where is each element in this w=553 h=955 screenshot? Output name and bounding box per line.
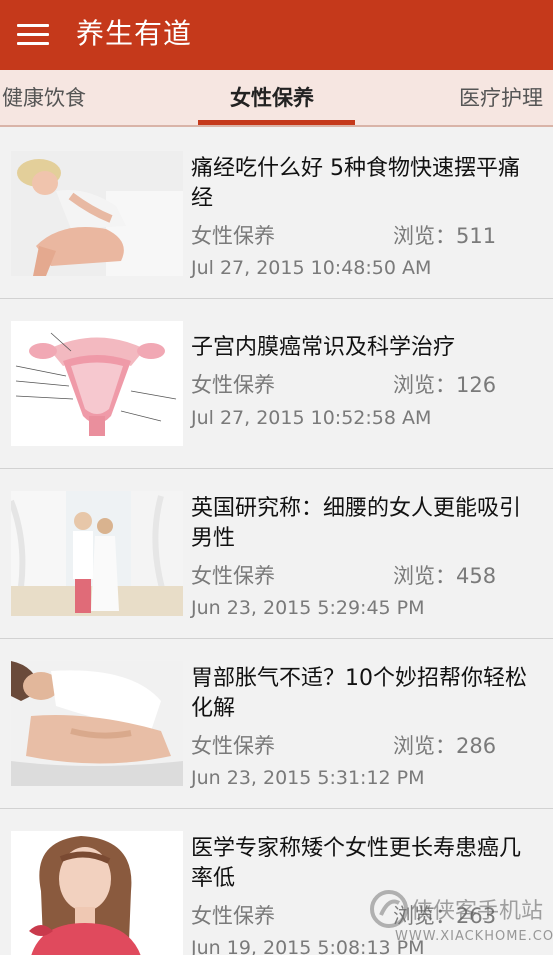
article-title: 痛经吃什么好 5种食物快速摆平痛经: [191, 156, 520, 211]
article-item[interactable]: 胃部胀气不适？10个妙招帮你轻松化解 女性保养 浏览：286 Jun 23, 2…: [0, 639, 553, 809]
article-date: Jun 23, 2015 5:31:12 PM: [191, 767, 425, 789]
article-date: Jun 23, 2015 5:29:45 PM: [191, 597, 425, 619]
article-views: 浏览：511: [393, 224, 497, 248]
article-title: 子宫内膜癌常识及科学治疗: [191, 335, 456, 360]
article-item[interactable]: 医学专家称矮个女性更长寿患癌几率低 女性保养 浏览：263 Jun 19, 20…: [0, 809, 553, 955]
article-thumbnail: [11, 151, 183, 276]
article-category: 女性保养: [191, 224, 275, 248]
article-item[interactable]: 英国研究称：细腰的女人更能吸引男性 女性保养 浏览：458 Jun 23, 20…: [0, 469, 553, 639]
article-views: 浏览：126: [393, 373, 497, 397]
article-category: 女性保养: [191, 734, 275, 758]
article-thumbnail: [11, 321, 183, 446]
active-tab-indicator: [198, 120, 355, 125]
article-item[interactable]: 痛经吃什么好 5种食物快速摆平痛经 女性保养 浏览：511 Jul 27, 20…: [0, 129, 553, 299]
app-bar: 养生有道: [0, 0, 553, 70]
category-tabs: 健康饮食 女性保养 医疗护理: [0, 70, 553, 127]
article-title: 英国研究称：细腰的女人更能吸引男性: [191, 496, 522, 551]
article-category: 女性保养: [191, 564, 275, 588]
article-category: 女性保养: [191, 373, 275, 397]
tab-healthy-diet[interactable]: 健康饮食: [2, 84, 86, 112]
article-thumbnail: [11, 661, 183, 786]
article-views: 浏览：458: [393, 564, 497, 588]
hamburger-menu-icon[interactable]: [17, 24, 49, 46]
tab-women-care[interactable]: 女性保养: [230, 84, 314, 112]
article-date: Jul 27, 2015 10:52:58 AM: [191, 407, 432, 429]
article-title: 医学专家称矮个女性更长寿患癌几率低: [191, 836, 522, 891]
article-thumbnail: [11, 491, 183, 616]
article-item[interactable]: 子宫内膜癌常识及科学治疗 女性保养 浏览：126 Jul 27, 2015 10…: [0, 299, 553, 469]
article-title: 胃部胀气不适？10个妙招帮你轻松化解: [191, 666, 527, 721]
article-views: 浏览：286: [393, 734, 497, 758]
article-date: Jun 19, 2015 5:08:13 PM: [191, 937, 425, 955]
article-thumbnail: [11, 831, 183, 955]
article-views: 浏览：263: [393, 904, 497, 928]
article-date: Jul 27, 2015 10:48:50 AM: [191, 257, 432, 279]
app-title: 养生有道: [76, 17, 193, 50]
tab-medical-care[interactable]: 医疗护理: [459, 84, 543, 112]
article-category: 女性保养: [191, 904, 275, 928]
